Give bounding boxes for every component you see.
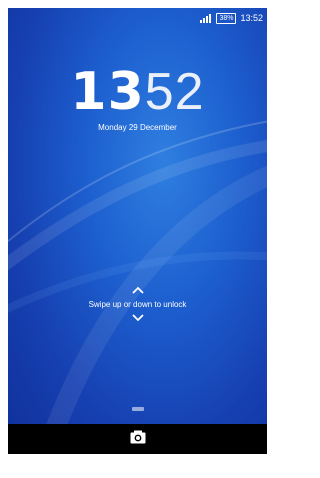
status-bar: 38% 13:52 <box>200 10 263 26</box>
lock-screen[interactable]: 38% 13:52 1352 Monday 29 December Swipe … <box>8 8 267 448</box>
camera-bar <box>8 424 267 454</box>
clock-hours: 13 <box>70 62 145 122</box>
clock-minutes: 52 <box>144 63 205 121</box>
chevron-up-icon <box>131 286 144 294</box>
status-time: 13:52 <box>240 13 263 23</box>
signal-icon <box>200 13 212 23</box>
phone-frame: 38% 13:52 1352 Monday 29 December Swipe … <box>0 0 272 478</box>
lock-clock: 1352 <box>8 63 267 121</box>
camera-icon[interactable] <box>130 430 146 444</box>
lock-date: Monday 29 December <box>98 123 177 132</box>
unlock-area[interactable]: Swipe up or down to unlock <box>8 286 267 322</box>
battery-indicator: 38% <box>216 12 237 24</box>
chevron-down-icon <box>131 314 144 322</box>
page-indicator <box>132 407 144 411</box>
unlock-hint: Swipe up or down to unlock <box>88 300 187 309</box>
